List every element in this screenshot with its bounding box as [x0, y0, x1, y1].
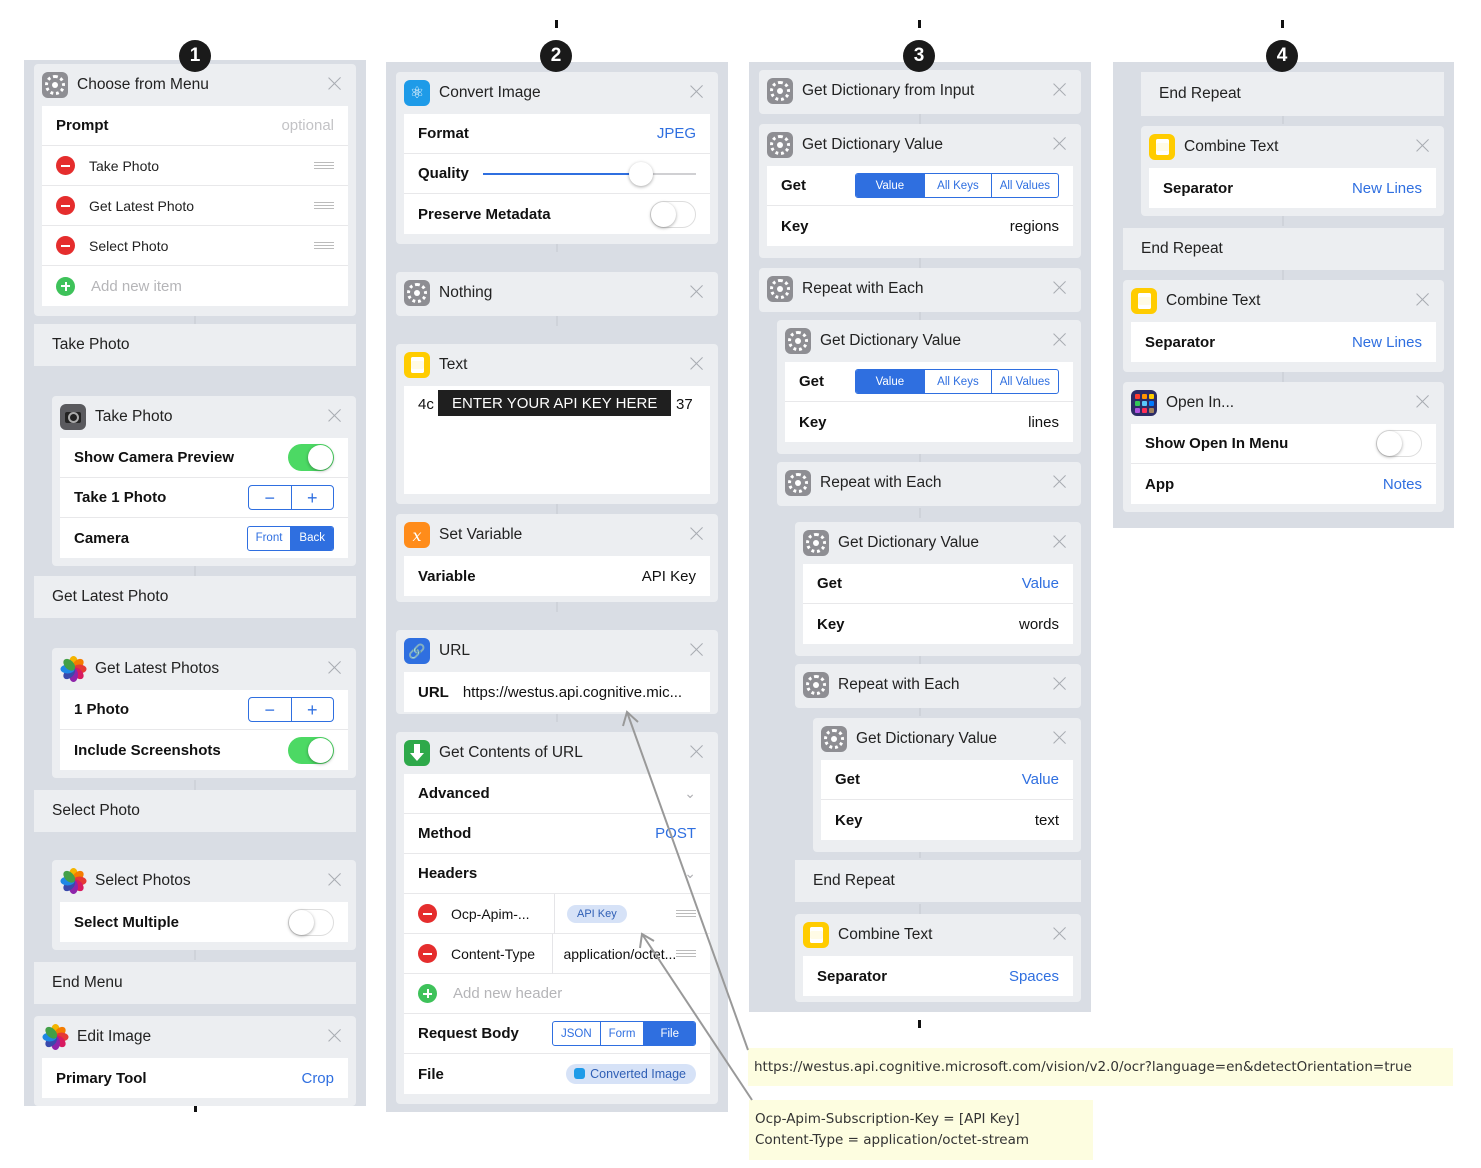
annotation-arrows [622, 710, 753, 1101]
url-arrow [626, 711, 749, 1051]
